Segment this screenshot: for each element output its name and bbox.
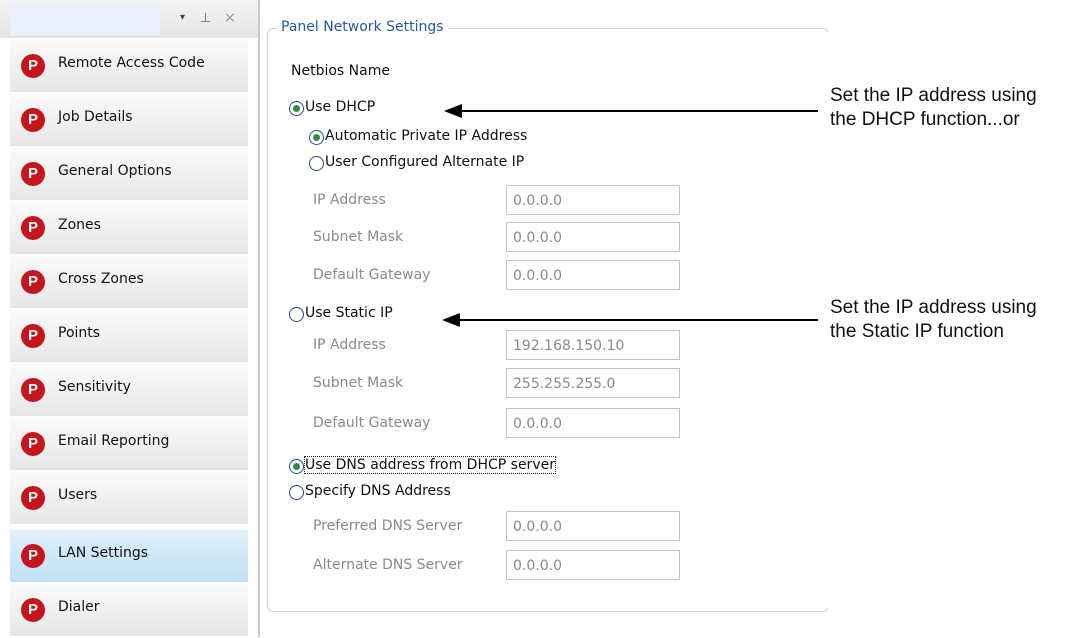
dhcp-annotation-line2: the DHCP function...or: [830, 109, 1020, 130]
dhcp-annotation: Set the IP address using the DHCP functi…: [830, 84, 1037, 132]
static-annotation-line1: Set the IP address using: [830, 297, 1037, 318]
static-annotation-line2: the Static IP function: [830, 321, 1004, 342]
dhcp-annotation-line1: Set the IP address using: [830, 85, 1037, 106]
static-annotation: Set the IP address using the Static IP f…: [830, 296, 1037, 344]
static-arrowhead: [442, 313, 460, 327]
dhcp-arrowhead: [444, 104, 462, 118]
